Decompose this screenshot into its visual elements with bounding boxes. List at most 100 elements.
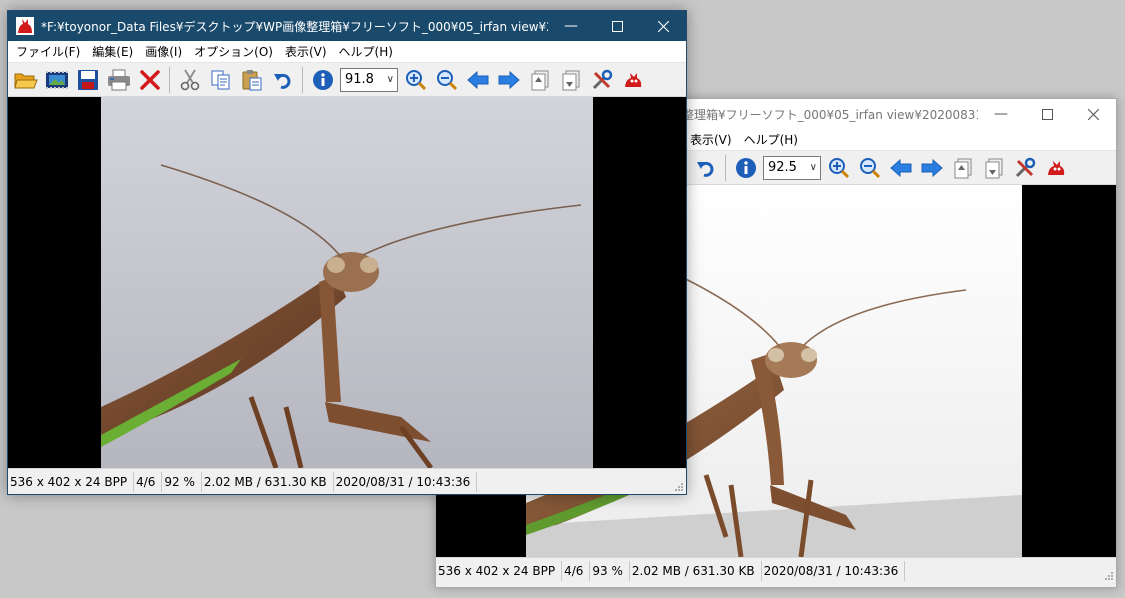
zoom-in-button[interactable]	[400, 65, 431, 95]
status-index: 4/6	[134, 471, 163, 492]
page-next-button[interactable]	[978, 153, 1009, 183]
print-button[interactable]	[103, 65, 134, 95]
minimize-button[interactable]: —	[978, 99, 1024, 129]
zoom-dropdown[interactable]: 91.8 ∨	[340, 67, 398, 92]
close-button[interactable]	[1070, 99, 1116, 129]
menu-view[interactable]: 表示(V)	[279, 41, 333, 63]
cut-button[interactable]	[174, 65, 205, 95]
paste-button[interactable]	[236, 65, 267, 95]
slideshow-button[interactable]	[41, 65, 72, 95]
prev-icon	[466, 70, 488, 89]
next-image-button[interactable]	[916, 153, 947, 183]
info-button[interactable]	[307, 65, 338, 95]
status-filesize: 2.02 MB / 631.30 KB	[202, 471, 334, 492]
irfan-button[interactable]	[1040, 153, 1071, 183]
zoom-value: 91.8	[345, 72, 374, 87]
menu-edit[interactable]: 編集(E)	[86, 41, 139, 63]
zoom-out-button[interactable]	[431, 65, 462, 95]
menu-file[interactable]: ファイル(F)	[10, 41, 86, 63]
zoom-in-icon	[828, 157, 849, 178]
copy-icon	[211, 70, 229, 89]
slideshow-icon	[45, 70, 68, 89]
minimize-icon: —	[994, 106, 1008, 122]
page-prev-button[interactable]	[947, 153, 978, 183]
resize-grip-icon[interactable]	[1104, 571, 1114, 581]
undo-button[interactable]	[690, 153, 721, 183]
maximize-icon	[1041, 108, 1053, 120]
status-dimensions: 536 x 402 x 24 BPP	[436, 560, 563, 581]
minimize-icon: —	[564, 18, 578, 34]
next-icon	[921, 158, 943, 177]
irfanview-app-icon	[16, 17, 34, 35]
settings-button[interactable]	[1009, 153, 1040, 183]
page-next-icon	[985, 158, 1002, 178]
prev-icon	[889, 158, 911, 177]
menu-image[interactable]: 画像(I)	[139, 41, 188, 63]
zoom-value: 92.5	[768, 160, 797, 175]
zoom-out-icon	[859, 157, 880, 178]
info-button[interactable]	[730, 153, 761, 183]
copy-button[interactable]	[205, 65, 236, 95]
settings-button[interactable]	[586, 65, 617, 95]
page-prev-icon	[954, 158, 971, 178]
page-prev-button[interactable]	[524, 65, 555, 95]
menu-view[interactable]: 表示(V)	[684, 129, 738, 151]
maximize-button[interactable]	[1024, 99, 1070, 129]
info-icon	[312, 69, 333, 90]
image-viewport[interactable]	[8, 97, 686, 468]
save-icon	[77, 69, 98, 90]
info-icon	[735, 157, 756, 178]
title-bar[interactable]: *F:¥toyonor_Data Files¥デスクトップ¥WP画像整理箱¥フリ…	[8, 11, 686, 41]
mantis-photo	[101, 97, 593, 468]
print-icon	[107, 69, 130, 90]
page-next-icon	[562, 70, 579, 90]
window-title: *F:¥toyonor_Data Files¥デスクトップ¥WP画像整理箱¥フリ…	[41, 19, 548, 34]
zoom-dropdown[interactable]: 92.5 ∨	[763, 155, 821, 180]
irfan-icon	[624, 72, 641, 87]
undo-button[interactable]	[267, 65, 298, 95]
menu-help[interactable]: ヘルプ(H)	[738, 129, 804, 151]
resize-grip-icon[interactable]	[674, 482, 684, 492]
open-folder-icon	[13, 73, 38, 88]
menu-options[interactable]: オプション(O)	[188, 41, 279, 63]
page-prev-icon	[531, 70, 548, 90]
irfan-icon	[1047, 160, 1064, 175]
delete-button[interactable]	[134, 65, 165, 95]
maximize-icon	[611, 20, 623, 32]
viewer-window-1[interactable]: *F:¥toyonor_Data Files¥デスクトップ¥WP画像整理箱¥フリ…	[7, 10, 687, 495]
zoom-in-button[interactable]	[823, 153, 854, 183]
settings-icon	[1015, 157, 1035, 177]
close-icon	[1087, 108, 1099, 120]
page-next-button[interactable]	[555, 65, 586, 95]
menu-help[interactable]: ヘルプ(H)	[333, 41, 399, 63]
chevron-down-icon: ∨	[386, 74, 394, 85]
next-image-button[interactable]	[493, 65, 524, 95]
status-zoom: 93 %	[590, 560, 630, 581]
save-button[interactable]	[72, 65, 103, 95]
irfan-button[interactable]	[617, 65, 648, 95]
status-datetime: 2020/08/31 / 10:43:36	[762, 560, 906, 581]
toolbar: 91.8 ∨	[8, 63, 686, 97]
settings-icon	[592, 69, 612, 89]
maximize-button[interactable]	[594, 11, 640, 41]
undo-icon	[696, 161, 713, 177]
close-button[interactable]	[640, 11, 686, 41]
previous-image-button[interactable]	[462, 65, 493, 95]
minimize-button[interactable]: —	[548, 11, 594, 41]
zoom-out-button[interactable]	[854, 153, 885, 183]
undo-icon	[273, 73, 290, 89]
status-bar: 536 x 402 x 24 BPP 4/6 93 % 2.02 MB / 63…	[436, 557, 1116, 583]
previous-image-button[interactable]	[885, 153, 916, 183]
status-index: 4/6	[562, 560, 591, 581]
status-zoom: 92 %	[162, 471, 202, 492]
next-icon	[498, 70, 520, 89]
chevron-down-icon: ∨	[809, 162, 817, 173]
menu-bar: ファイル(F) 編集(E) 画像(I) オプション(O) 表示(V) ヘルプ(H…	[8, 41, 686, 63]
window-title: 整理箱¥フリーソフト_000¥05_irfan view¥20200831_04…	[682, 107, 978, 122]
close-icon	[657, 20, 669, 32]
status-filesize: 2.02 MB / 631.30 KB	[630, 560, 762, 581]
open-button[interactable]	[10, 65, 41, 95]
status-datetime: 2020/08/31 / 10:43:36	[334, 471, 478, 492]
cut-icon	[180, 69, 199, 90]
status-dimensions: 536 x 402 x 24 BPP	[8, 471, 135, 492]
